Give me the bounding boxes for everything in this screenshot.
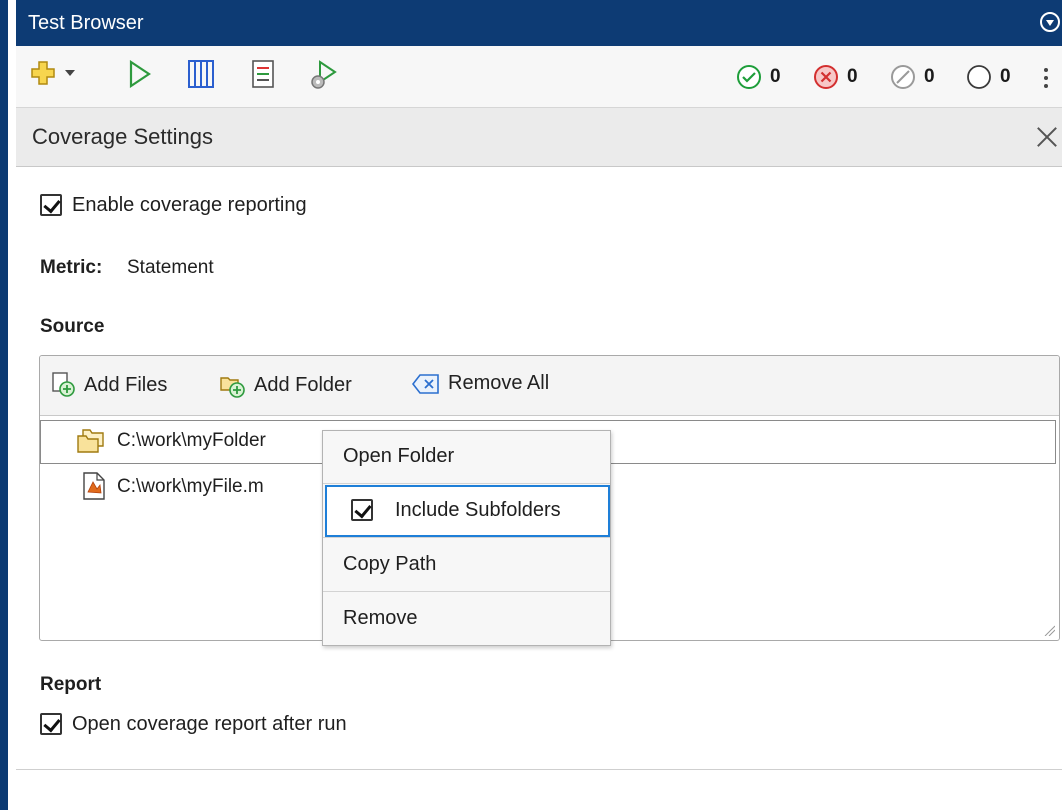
divider	[16, 769, 1062, 770]
menu-item-remove[interactable]: Remove	[323, 607, 610, 630]
not-run-status: 0	[966, 62, 1011, 92]
source-toolbar: Add Files Add Folder Remove All	[40, 356, 1059, 416]
source-item-path: C:\work\myFolder	[117, 430, 266, 451]
failed-status: 0	[813, 62, 858, 92]
window-title: Test Browser	[28, 12, 144, 34]
menu-separator	[323, 537, 610, 538]
add-files-label: Add Files	[84, 373, 168, 396]
metric-value: Statement	[127, 257, 214, 278]
remove-all-button[interactable]: Remove All	[412, 372, 549, 395]
menu-item-label: Include Subfolders	[395, 499, 561, 521]
test-browser-window: Test Browser 0 0 0 0 Coverage Settings E…	[0, 0, 1062, 810]
failed-count: 0	[847, 66, 858, 87]
open-report-label: Open coverage report after run	[72, 713, 347, 735]
folder-icon	[77, 429, 104, 453]
incomplete-status: 0	[890, 62, 935, 92]
columns-icon[interactable]	[188, 60, 214, 88]
test-toolbar: 0 0 0 0	[16, 46, 1062, 108]
report-icon[interactable]	[252, 60, 274, 88]
source-item-path: C:\work\myFile.m	[117, 476, 264, 497]
include-subfolders-checkbox[interactable]	[351, 499, 373, 521]
remove-all-icon	[412, 373, 439, 394]
failed-icon	[814, 65, 838, 89]
report-heading: Report	[40, 674, 102, 695]
not-run-icon	[967, 65, 991, 89]
passed-icon	[737, 65, 761, 89]
enable-coverage-label: Enable coverage reporting	[72, 194, 307, 216]
menu-item-include-subfolders[interactable]: Include Subfolders	[325, 485, 610, 537]
not-run-count: 0	[1000, 66, 1011, 87]
add-tests-icon[interactable]	[30, 60, 56, 86]
menu-item-open-folder[interactable]: Open Folder	[323, 445, 610, 468]
add-folder-icon	[220, 377, 245, 398]
incomplete-icon	[891, 65, 915, 89]
menu-item-label: Remove	[343, 607, 418, 629]
close-icon[interactable]	[1034, 124, 1060, 150]
more-options-icon[interactable]	[1044, 68, 1048, 88]
title-menu-icon[interactable]	[1040, 12, 1060, 32]
add-files-button[interactable]: Add Files	[52, 372, 167, 398]
passed-status: 0	[736, 62, 781, 92]
menu-item-copy-path[interactable]: Copy Path	[323, 553, 610, 576]
matlab-file-icon	[83, 472, 105, 500]
run-icon[interactable]	[128, 60, 152, 88]
add-folder-button[interactable]: Add Folder	[220, 372, 352, 398]
remove-all-label: Remove All	[448, 372, 550, 394]
enable-coverage-checkbox[interactable]	[40, 194, 62, 216]
menu-separator	[323, 591, 610, 592]
source-heading: Source	[40, 316, 105, 337]
open-report-checkbox[interactable]	[40, 713, 62, 735]
add-tests-dropdown-icon[interactable]	[64, 68, 76, 78]
window-title-bar: Test Browser	[16, 0, 1062, 46]
add-folder-label: Add Folder	[254, 373, 352, 396]
add-files-icon	[52, 372, 75, 397]
passed-count: 0	[770, 66, 781, 87]
source-context-menu: Open Folder Include Subfolders Copy Path…	[322, 430, 611, 646]
run-settings-icon[interactable]	[308, 60, 338, 90]
menu-item-label: Copy Path	[343, 553, 437, 575]
menu-separator	[323, 483, 610, 484]
metric-label: Metric:	[40, 257, 103, 278]
resize-grip-icon[interactable]	[1043, 624, 1055, 636]
panel-title: Coverage Settings	[32, 124, 213, 149]
menu-item-label: Open Folder	[343, 445, 455, 467]
coverage-settings-header: Coverage Settings	[16, 108, 1062, 167]
incomplete-count: 0	[924, 66, 935, 87]
